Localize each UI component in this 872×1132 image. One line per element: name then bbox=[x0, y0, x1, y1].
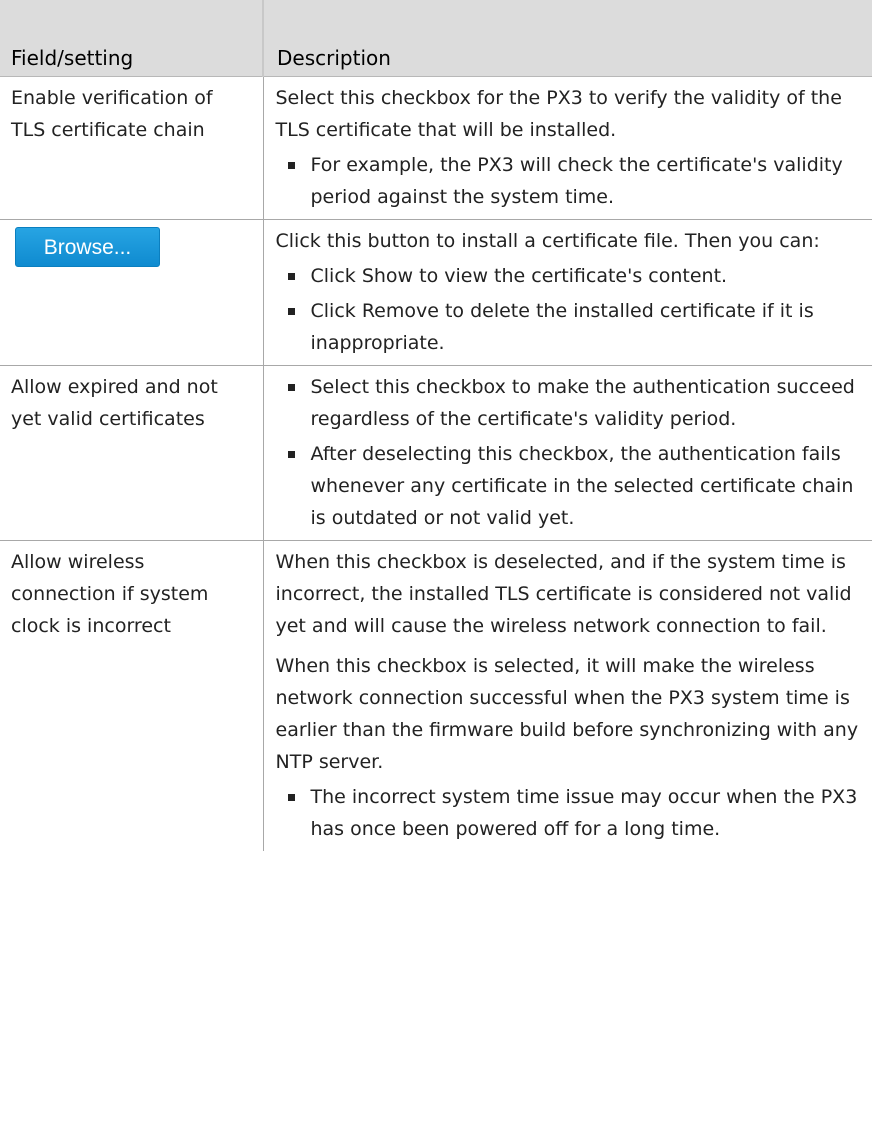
browse-button[interactable]: Browse... bbox=[15, 226, 160, 267]
description-paragraph: When this checkbox is selected, it will … bbox=[275, 654, 859, 773]
bullet-list: Click Show to view the certificate's con… bbox=[276, 260, 865, 359]
field-name: Allow wireless connection if system cloc… bbox=[11, 550, 209, 637]
bullet-item: Click Remove to delete the installed cer… bbox=[276, 295, 865, 359]
bullet-item: Select this checkbox to make the authent… bbox=[276, 371, 865, 435]
bullet-list: The incorrect system time issue may occu… bbox=[276, 781, 865, 845]
bullet-list: For example, the PX3 will check the cert… bbox=[276, 149, 865, 213]
table-row: Browse... Click this button to install a… bbox=[0, 219, 872, 366]
header-field-setting: Field/setting bbox=[0, 0, 263, 77]
bullet-item: After deselecting this checkbox, the aut… bbox=[276, 438, 865, 534]
table-row: Enable verification of TLS certificate c… bbox=[0, 76, 872, 220]
header-row: Field/setting Description bbox=[0, 0, 872, 77]
field-description: Select this checkbox to make the authent… bbox=[262, 365, 872, 541]
table-row: Allow expired and not yet valid certific… bbox=[0, 365, 872, 541]
description-paragraph: Select this checkbox for the PX3 to veri… bbox=[275, 86, 842, 141]
field-description: Select this checkbox for the PX3 to veri… bbox=[262, 76, 872, 220]
settings-table: Field/setting Description Enable verific… bbox=[0, 0, 872, 851]
bullet-item: For example, the PX3 will check the cert… bbox=[276, 149, 865, 213]
table-row: Allow wireless connection if system cloc… bbox=[0, 540, 872, 851]
bullet-list: Select this checkbox to make the authent… bbox=[276, 371, 865, 534]
field-description: When this checkbox is deselected, and if… bbox=[262, 540, 872, 851]
header-description: Description bbox=[262, 0, 872, 77]
description-paragraph: When this checkbox is deselected, and if… bbox=[275, 550, 852, 637]
bullet-item: Click Show to view the certificate's con… bbox=[276, 260, 865, 292]
description-paragraph: Click this button to install a certifica… bbox=[275, 229, 820, 252]
field-name: Allow expired and not yet valid certific… bbox=[0, 365, 263, 541]
field-button-cell: Browse... bbox=[0, 219, 263, 366]
field-name: Enable verification of TLS certificate c… bbox=[0, 76, 263, 220]
bullet-item: The incorrect system time issue may occu… bbox=[276, 781, 865, 845]
field-description: Click this button to install a certifica… bbox=[262, 219, 872, 366]
